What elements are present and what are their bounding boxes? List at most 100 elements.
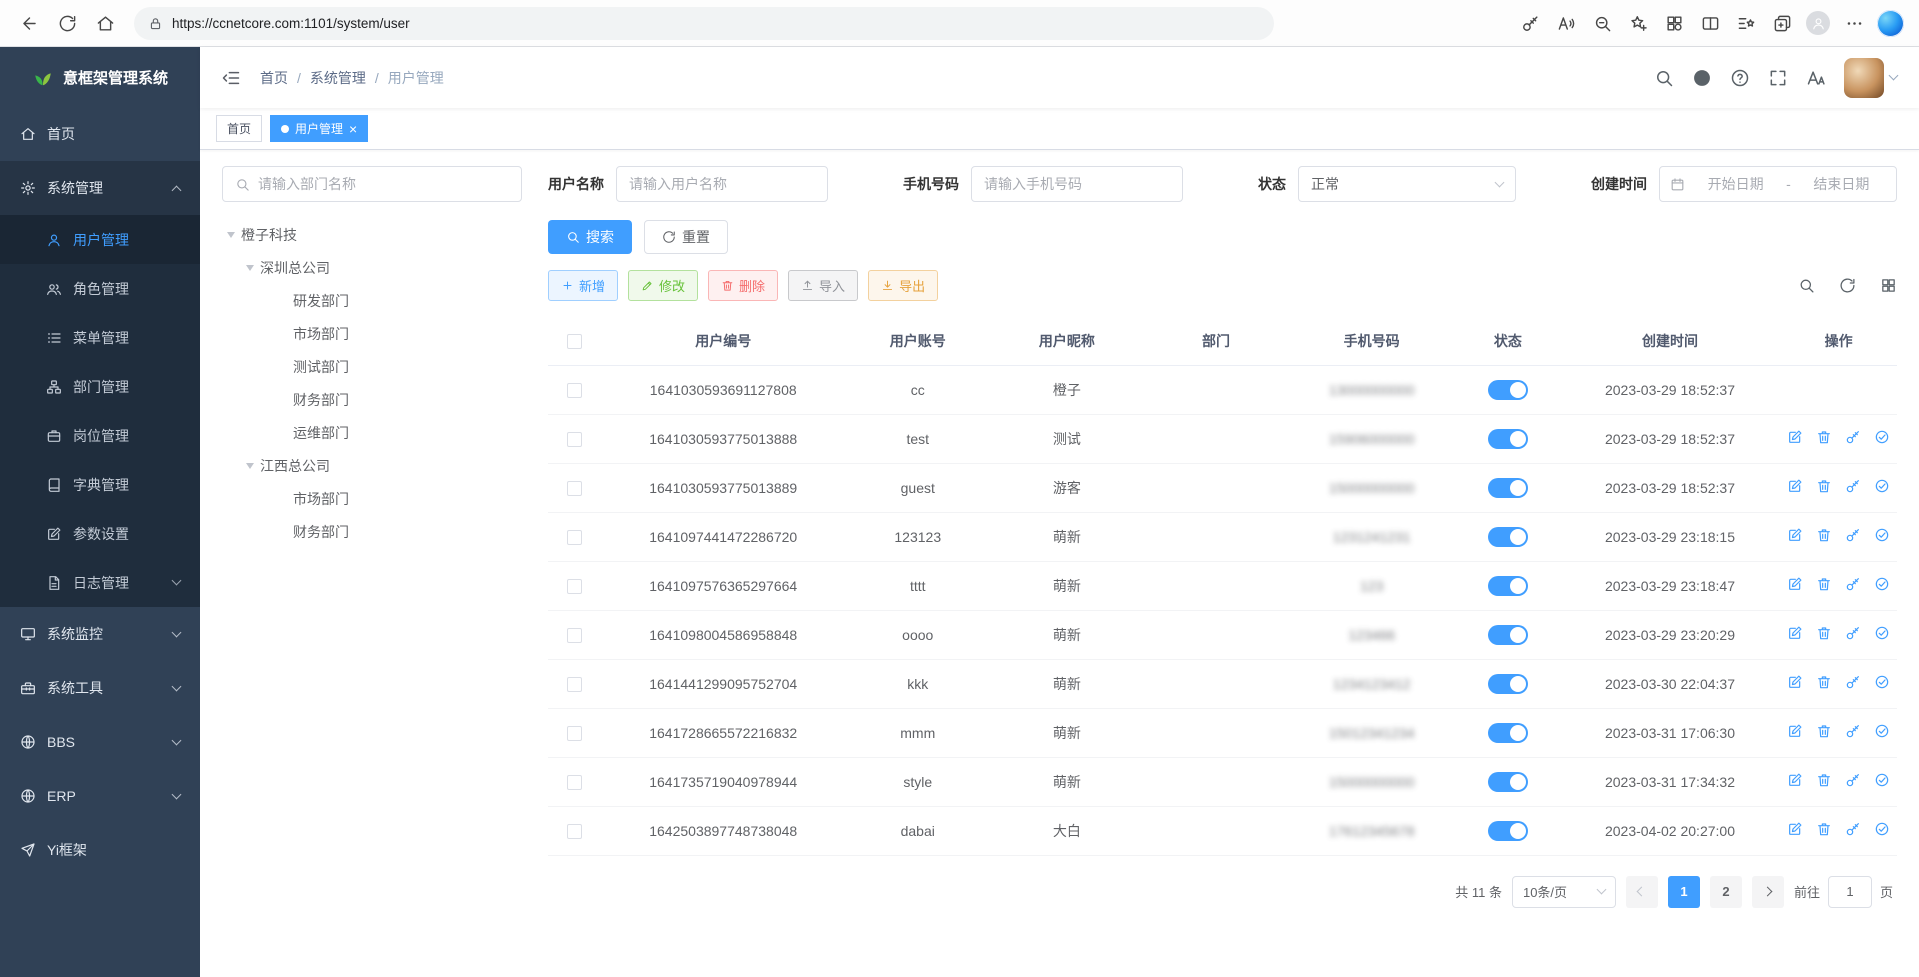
status-toggle[interactable]	[1488, 478, 1528, 498]
split-screen-icon[interactable]	[1693, 6, 1727, 40]
export-button[interactable]: 导出	[868, 270, 938, 301]
status-toggle[interactable]	[1488, 429, 1528, 449]
sidebar-item-role-management[interactable]: 角色管理	[0, 264, 200, 313]
status-select[interactable]: 正常	[1298, 166, 1516, 202]
reset-password-icon[interactable]	[1845, 723, 1861, 739]
tree-node[interactable]: 测试部门	[222, 350, 522, 383]
sidebar-item-parameter-settings[interactable]: 参数设置	[0, 509, 200, 558]
delete-user-icon[interactable]	[1816, 576, 1832, 592]
tree-node[interactable]: 市场部门	[222, 482, 522, 515]
page-button-2[interactable]: 2	[1710, 876, 1742, 908]
tree-node[interactable]: 财务部门	[222, 383, 522, 416]
delete-user-icon[interactable]	[1816, 723, 1832, 739]
assign-role-icon[interactable]	[1874, 478, 1890, 494]
sidebar-item-system-tools[interactable]: 系统工具	[0, 661, 200, 715]
refresh-table-icon[interactable]	[1839, 277, 1856, 294]
search-button[interactable]: 搜索	[548, 220, 632, 254]
sidebar-item-log-management[interactable]: 日志管理	[0, 558, 200, 607]
sidebar-item-dict-management[interactable]: 字典管理	[0, 460, 200, 509]
department-search[interactable]	[222, 166, 522, 202]
fullscreen-icon[interactable]	[1768, 68, 1788, 88]
reset-password-icon[interactable]	[1845, 429, 1861, 445]
status-toggle[interactable]	[1488, 723, 1528, 743]
github-icon[interactable]	[1692, 68, 1712, 88]
sidebar-toggle-icon[interactable]	[210, 57, 252, 99]
reset-password-icon[interactable]	[1845, 674, 1861, 690]
delete-user-icon[interactable]	[1816, 625, 1832, 641]
caret-down-icon[interactable]	[246, 265, 254, 271]
sidebar-item-department-management[interactable]: 部门管理	[0, 362, 200, 411]
edit-user-icon[interactable]	[1787, 821, 1803, 837]
reset-password-icon[interactable]	[1845, 478, 1861, 494]
delete-user-icon[interactable]	[1816, 478, 1832, 494]
zoom-out-icon[interactable]	[1585, 6, 1619, 40]
import-button[interactable]: 导入	[788, 270, 858, 301]
row-checkbox[interactable]	[567, 677, 582, 692]
user-avatar-menu[interactable]	[1844, 58, 1897, 98]
sidebar-item-erp[interactable]: ERP	[0, 769, 200, 823]
page-size-select[interactable]: 10条/页	[1512, 876, 1616, 908]
row-checkbox[interactable]	[567, 383, 582, 398]
browser-refresh-button[interactable]	[50, 6, 84, 40]
department-search-input[interactable]	[258, 176, 509, 192]
assign-role-icon[interactable]	[1874, 625, 1890, 641]
status-toggle[interactable]	[1488, 576, 1528, 596]
tree-node[interactable]: 运维部门	[222, 416, 522, 449]
password-key-icon[interactable]	[1513, 6, 1547, 40]
edit-user-icon[interactable]	[1787, 723, 1803, 739]
copilot-bing-icon[interactable]	[1873, 6, 1907, 40]
delete-user-icon[interactable]	[1816, 527, 1832, 543]
assign-role-icon[interactable]	[1874, 429, 1890, 445]
goto-page-input[interactable]	[1828, 876, 1872, 908]
font-size-icon[interactable]	[1806, 68, 1826, 88]
select-all-checkbox[interactable]	[567, 334, 582, 349]
status-toggle[interactable]	[1488, 625, 1528, 645]
sidebar-item-home[interactable]: 首页	[0, 107, 200, 161]
row-checkbox[interactable]	[567, 432, 582, 447]
edit-user-icon[interactable]	[1787, 625, 1803, 641]
edit-user-icon[interactable]	[1787, 527, 1803, 543]
assign-role-icon[interactable]	[1874, 723, 1890, 739]
modify-button[interactable]: 修改	[628, 270, 698, 301]
sidebar-item-yi-framework[interactable]: Yi框架	[0, 823, 200, 877]
tag-close-icon[interactable]: ×	[349, 122, 357, 136]
row-checkbox[interactable]	[567, 824, 582, 839]
tree-node[interactable]: 江西总公司	[222, 449, 522, 482]
help-question-icon[interactable]	[1730, 68, 1750, 88]
edit-user-icon[interactable]	[1787, 576, 1803, 592]
row-checkbox[interactable]	[567, 530, 582, 545]
tree-node[interactable]: 橙子科技	[222, 218, 522, 251]
assign-role-icon[interactable]	[1874, 772, 1890, 788]
status-toggle[interactable]	[1488, 380, 1528, 400]
reset-password-icon[interactable]	[1845, 821, 1861, 837]
sidebar-item-system-management[interactable]: 系统管理	[0, 161, 200, 215]
breadcrumb-system-management[interactable]: 系统管理	[310, 68, 366, 88]
row-checkbox[interactable]	[567, 726, 582, 741]
row-checkbox[interactable]	[567, 481, 582, 496]
browser-back-button[interactable]	[12, 6, 46, 40]
status-toggle[interactable]	[1488, 772, 1528, 792]
delete-button[interactable]: 删除	[708, 270, 778, 301]
sidebar-item-menu-management[interactable]: 菜单管理	[0, 313, 200, 362]
delete-user-icon[interactable]	[1816, 772, 1832, 788]
column-settings-icon[interactable]	[1880, 277, 1897, 294]
phone-input[interactable]	[971, 166, 1183, 202]
tree-node[interactable]: 市场部门	[222, 317, 522, 350]
tree-node[interactable]: 研发部门	[222, 284, 522, 317]
reset-button[interactable]: 重置	[644, 220, 728, 254]
tree-node[interactable]: 财务部门	[222, 515, 522, 548]
browser-home-button[interactable]	[88, 6, 122, 40]
edit-user-icon[interactable]	[1787, 772, 1803, 788]
status-toggle[interactable]	[1488, 674, 1528, 694]
row-checkbox[interactable]	[567, 628, 582, 643]
sidebar-item-system-monitor[interactable]: 系统监控	[0, 607, 200, 661]
sidebar-item-user-management[interactable]: 用户管理	[0, 215, 200, 264]
add-favorite-icon[interactable]	[1621, 6, 1655, 40]
next-page-button[interactable]	[1752, 876, 1784, 908]
row-checkbox[interactable]	[567, 775, 582, 790]
browser-settings-menu-icon[interactable]	[1837, 6, 1871, 40]
tree-node[interactable]: 深圳总公司	[222, 251, 522, 284]
delete-user-icon[interactable]	[1816, 429, 1832, 445]
username-input[interactable]	[616, 166, 828, 202]
browser-profile-avatar[interactable]	[1801, 6, 1835, 40]
